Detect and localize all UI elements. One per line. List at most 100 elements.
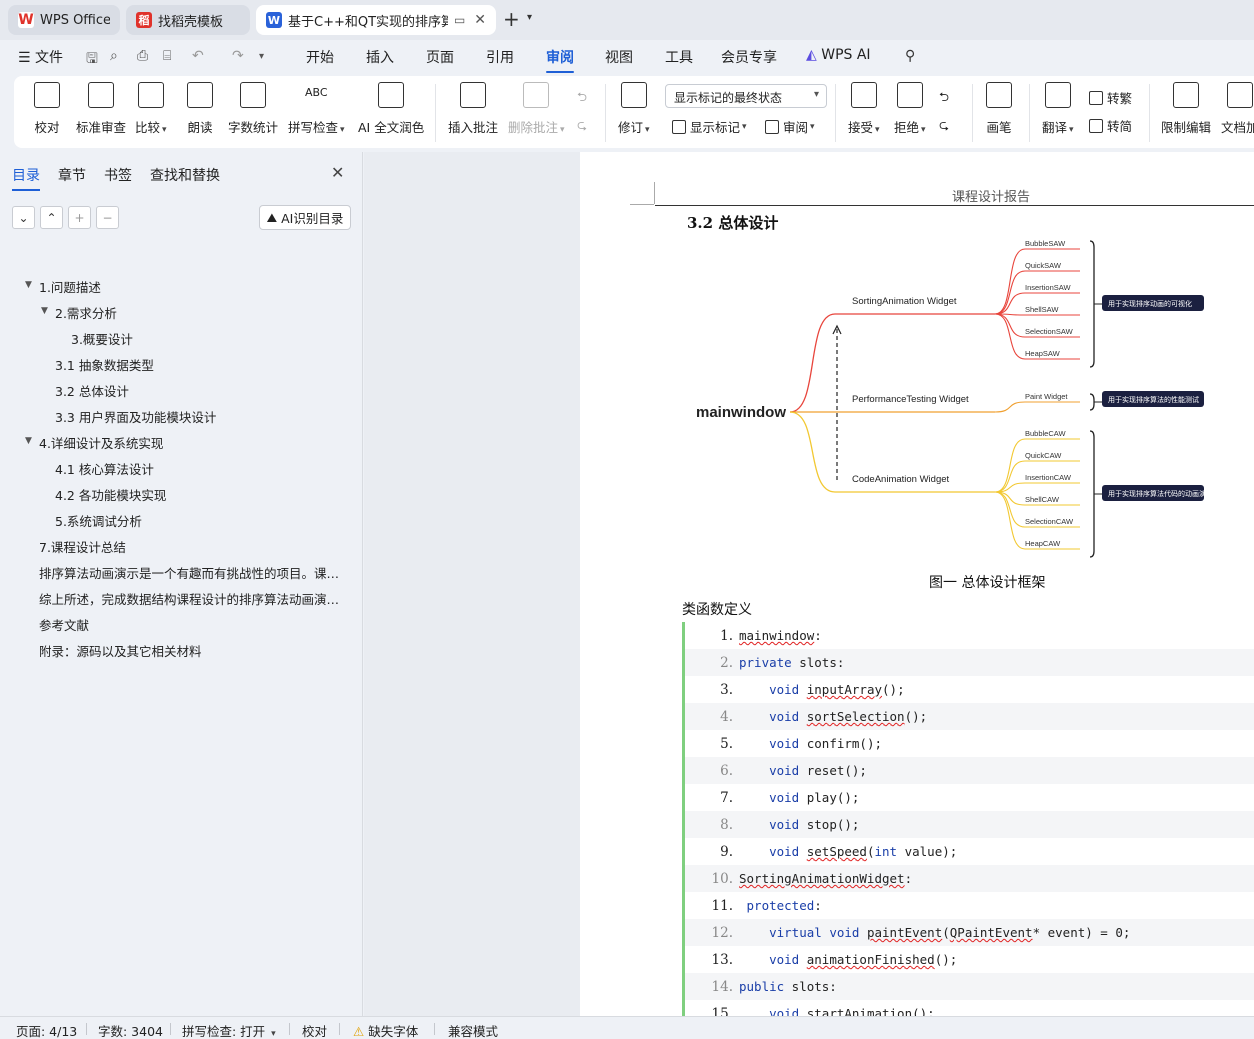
spell-check-indicator[interactable]: 拼写检查: 打开 ▾ bbox=[182, 1021, 276, 1039]
accept-button[interactable]: 接受 ▾ bbox=[848, 82, 880, 136]
toc-item[interactable]: 3.3 用户界面及功能模块设计 bbox=[55, 407, 216, 426]
toc-item[interactable]: 3.概要设计 bbox=[71, 329, 133, 348]
restrict-edit-button[interactable]: 限制编辑 bbox=[1161, 82, 1211, 136]
menu-review[interactable]: 审阅 bbox=[546, 47, 574, 73]
to-simplified-button[interactable]: 转简 bbox=[1089, 116, 1132, 135]
toc-item[interactable]: 参考文献 bbox=[39, 615, 89, 634]
toc-item[interactable]: 1.问题描述 bbox=[39, 277, 101, 296]
code-line: 9. void setSpeed(int value); bbox=[685, 838, 1254, 865]
tab-find-replace[interactable]: 查找和替换 bbox=[150, 165, 220, 185]
toc-item[interactable]: 4.详细设计及系统实现 bbox=[39, 433, 163, 452]
window-icon[interactable]: ▭ bbox=[454, 13, 465, 27]
ai-polish-button[interactable]: AI 全文润色 bbox=[358, 82, 424, 136]
next-comment-icon[interactable]: ⮎ bbox=[577, 116, 587, 137]
markup-mode-select[interactable]: 显示标记的最终状态 ▾ bbox=[665, 84, 827, 108]
add-heading-icon[interactable]: + bbox=[68, 206, 91, 229]
status-divider bbox=[434, 1023, 435, 1035]
close-icon[interactable]: ✕ bbox=[331, 163, 344, 182]
missing-font-indicator[interactable]: ⚠ 缺失字体 bbox=[353, 1021, 418, 1039]
delete-comment-button[interactable]: 删除批注 ▾ bbox=[508, 82, 565, 136]
tab-toc[interactable]: 目录 bbox=[12, 165, 40, 191]
toc-item[interactable]: 排序算法动画演示是一个有趣而有挑战性的项目。课程设计 bbox=[39, 563, 349, 582]
redo-icon[interactable]: ↷ bbox=[232, 48, 244, 64]
collapse-arrow-icon[interactable]: ▼ bbox=[41, 306, 48, 316]
code-text: void reset(); bbox=[769, 763, 867, 778]
toc-item[interactable]: 3.1 抽象数据类型 bbox=[55, 355, 154, 374]
read-aloud-icon bbox=[187, 82, 213, 108]
toc-item[interactable]: 综上所述，完成数据结构课程设计的排序算法动画演示项目 bbox=[39, 589, 349, 608]
word-count-indicator[interactable]: 字数: 3404 bbox=[98, 1021, 163, 1039]
collapse-arrow-icon[interactable]: ▼ bbox=[25, 436, 32, 446]
print-icon[interactable]: ⎙ bbox=[137, 48, 148, 64]
compare-button[interactable]: 比较 ▾ bbox=[135, 82, 167, 136]
undo-icon[interactable]: ↶ bbox=[192, 48, 204, 64]
review-pane-button[interactable]: 审阅 ▾ bbox=[765, 117, 815, 136]
export-icon[interactable]: ⌕ bbox=[110, 48, 118, 64]
new-tab-icon[interactable]: + bbox=[503, 9, 520, 29]
print-preview-icon[interactable]: ⌸ bbox=[163, 48, 171, 64]
tab-template[interactable]: 稻 找稻壳模板 bbox=[126, 5, 250, 35]
wps-ai-menu[interactable]: ◭ WPS AI bbox=[806, 47, 871, 63]
show-markup-button[interactable]: 显示标记 ▾ bbox=[672, 117, 747, 136]
collapse-up-icon[interactable]: ⌃ bbox=[40, 206, 63, 229]
proofread-button[interactable]: 校对 bbox=[34, 82, 60, 136]
track-changes-button[interactable]: 修订 ▾ bbox=[618, 82, 650, 136]
reject-button[interactable]: 拒绝 ▾ bbox=[894, 82, 926, 136]
toc-item[interactable]: 2.需求分析 bbox=[55, 303, 117, 322]
word-count-button[interactable]: 字数统计 bbox=[228, 82, 278, 136]
expand-down-icon[interactable]: ⌄ bbox=[12, 206, 35, 229]
search-icon[interactable]: ⚲ bbox=[905, 48, 915, 64]
next-change-icon[interactable]: ⮎ bbox=[939, 116, 949, 137]
tab-chapters[interactable]: 章节 bbox=[58, 165, 86, 185]
to-traditional-button[interactable]: 转繁 bbox=[1089, 88, 1132, 107]
close-tab-icon[interactable]: ✕ bbox=[468, 12, 486, 28]
ai-toc-button[interactable]: ⛰ AI识别目录 bbox=[259, 205, 351, 230]
save-icon[interactable]: 🖫 bbox=[86, 48, 98, 72]
toc-item[interactable]: 4.2 各功能模块实现 bbox=[55, 485, 166, 504]
tab-document[interactable]: W 基于C++和QT实现的排序算法 ▭ ✕ bbox=[256, 5, 496, 35]
standard-review-button[interactable]: 标准审查 bbox=[76, 82, 126, 136]
menu-reference[interactable]: 引用 bbox=[486, 47, 514, 67]
status-bar: 页面: 4/13 字数: 3404 拼写检查: 打开 ▾ 校对 ⚠ 缺失字体 兼… bbox=[0, 1016, 1254, 1039]
toc-item[interactable]: 附录：源码以及其它相关材料 bbox=[39, 641, 202, 660]
menu-page[interactable]: 页面 bbox=[426, 47, 454, 67]
spell-check-button[interactable]: ABC 拼写检查 ▾ bbox=[288, 82, 345, 136]
page-indicator[interactable]: 页面: 4/13 bbox=[16, 1021, 77, 1039]
menu-start[interactable]: 开始 bbox=[306, 47, 334, 67]
tab-bookmarks[interactable]: 书签 bbox=[104, 165, 132, 185]
document-page[interactable]: 课程设计报告 3.2 总体设计 mainwindow SortingAnimati… bbox=[580, 152, 1254, 1016]
quick-access-more-icon[interactable]: ▾ bbox=[259, 51, 264, 62]
status-divider bbox=[289, 1023, 290, 1035]
diagram-root: mainwindow bbox=[696, 404, 786, 421]
collapse-arrow-icon[interactable]: ▼ bbox=[25, 280, 32, 290]
line-number: 2. bbox=[720, 655, 733, 671]
proofread-icon bbox=[34, 82, 60, 108]
translate-button[interactable]: 翻译 ▾ bbox=[1042, 82, 1074, 136]
toc-item[interactable]: 3.2 总体设计 bbox=[55, 381, 129, 400]
insert-comment-button[interactable]: 插入批注 bbox=[448, 82, 498, 136]
menu-insert[interactable]: 插入 bbox=[366, 47, 394, 67]
menu-tools[interactable]: 工具 bbox=[665, 47, 693, 67]
code-text: SortingAnimationWidget: bbox=[739, 871, 913, 886]
line-number: 3. bbox=[720, 682, 733, 698]
read-aloud-button[interactable]: 朗读 bbox=[187, 82, 213, 136]
prev-comment-icon[interactable]: ⮌ bbox=[577, 88, 587, 109]
code-block[interactable]: 1. mainwindow: 2. private slots: 3. void inp… bbox=[682, 622, 1254, 1016]
compat-mode-indicator[interactable]: 兼容模式 bbox=[448, 1021, 498, 1039]
chevron-down-icon[interactable]: ▾ bbox=[527, 12, 532, 23]
menu-view[interactable]: 视图 bbox=[605, 47, 633, 67]
toc-item[interactable]: 7.课程设计总结 bbox=[39, 537, 126, 556]
menu-member[interactable]: 会员专享 bbox=[721, 47, 777, 67]
pen-button[interactable]: 画笔 bbox=[986, 82, 1012, 136]
remove-heading-icon[interactable]: − bbox=[96, 206, 119, 229]
doc-encrypt-button[interactable]: 文档加 bbox=[1221, 82, 1254, 136]
file-menu[interactable]: ☰ 文件 bbox=[18, 47, 63, 67]
code-line: 5. void confirm(); bbox=[685, 730, 1254, 757]
proof-indicator[interactable]: 校对 bbox=[302, 1021, 327, 1039]
toc-item[interactable]: 5.系统调试分析 bbox=[55, 511, 142, 530]
wps-ai-icon: ◭ bbox=[806, 47, 817, 63]
toc-item[interactable]: 4.1 核心算法设计 bbox=[55, 459, 154, 478]
tab-wps-office[interactable]: W WPS Office bbox=[8, 5, 120, 35]
track-changes-icon bbox=[620, 82, 647, 108]
prev-change-icon[interactable]: ⮌ bbox=[939, 88, 949, 109]
